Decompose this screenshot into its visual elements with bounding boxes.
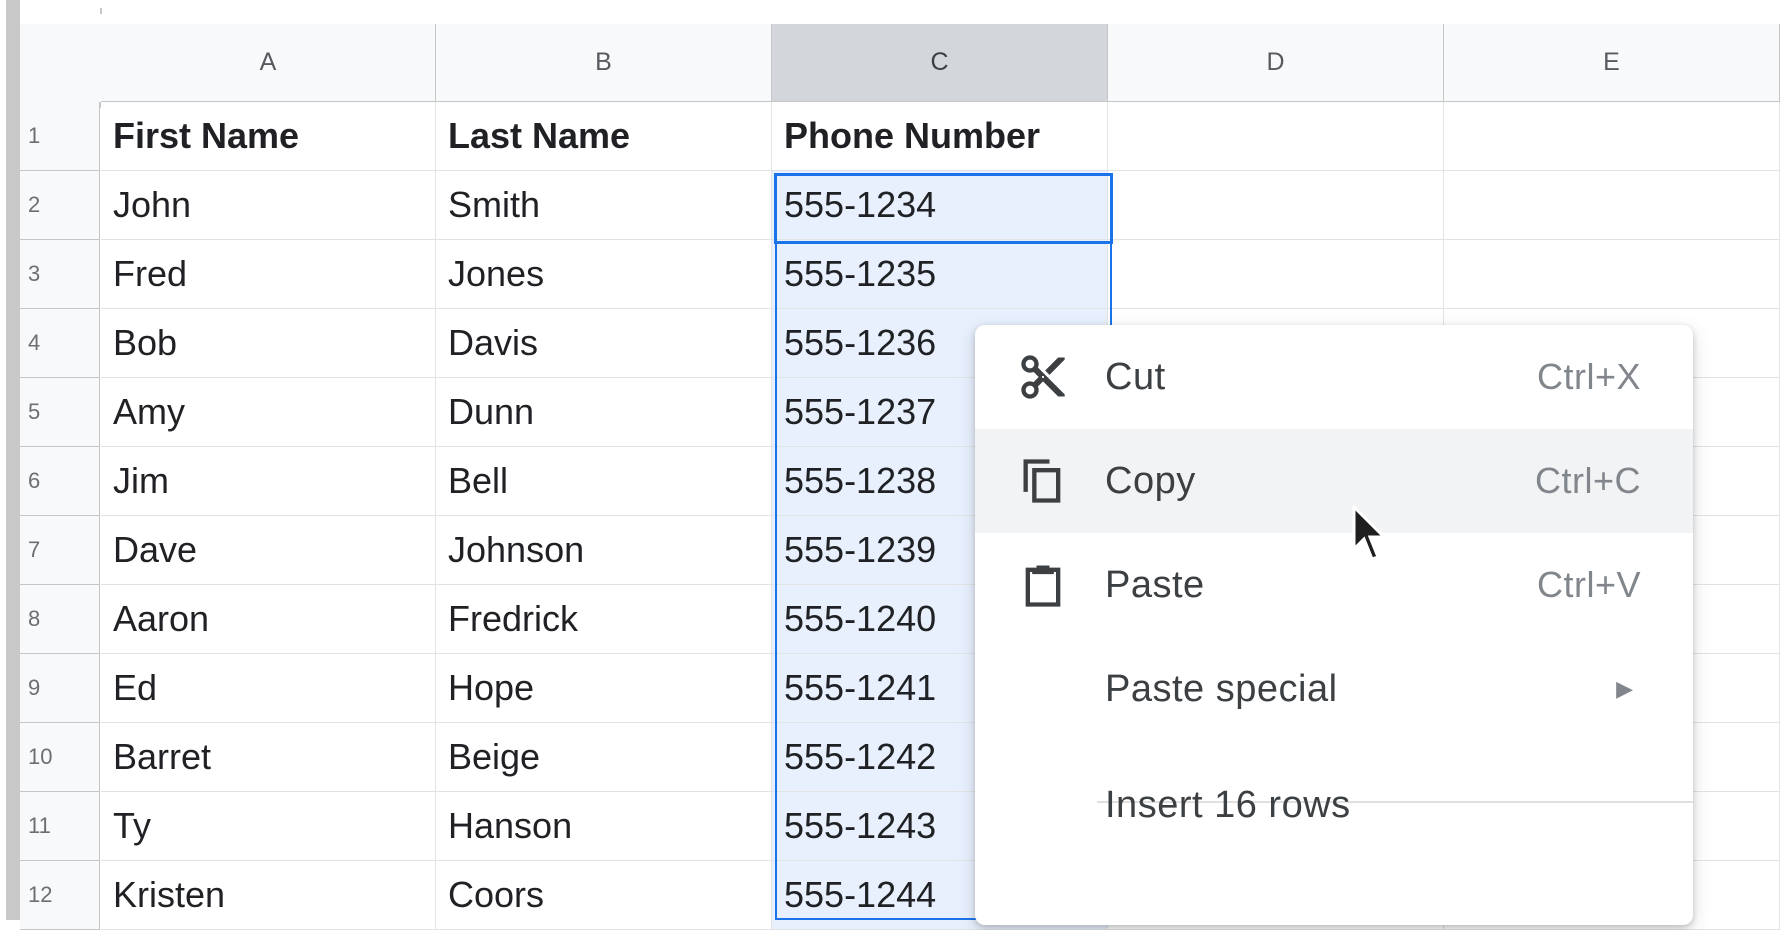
row-header-7[interactable]: 7 xyxy=(20,516,100,585)
column-header-a[interactable]: A xyxy=(101,24,436,102)
cell-d1[interactable] xyxy=(1108,102,1444,171)
cell-a3[interactable]: Fred xyxy=(101,240,436,309)
row-header-8[interactable]: 8 xyxy=(20,585,100,654)
cell-d2[interactable] xyxy=(1108,171,1444,240)
column-header-b[interactable]: B xyxy=(436,24,772,102)
cell-b2[interactable]: Smith xyxy=(436,171,772,240)
row-header-5[interactable]: 5 xyxy=(20,378,100,447)
menu-label-paste-special: Paste special xyxy=(1105,667,1338,710)
context-menu: Cut Ctrl+X Copy Ctrl+C Paste Ctrl+V Past… xyxy=(975,325,1693,925)
row-header-4[interactable]: 4 xyxy=(20,309,100,378)
cell-b4[interactable]: Davis xyxy=(436,309,772,378)
cell-a9[interactable]: Ed xyxy=(101,654,436,723)
cell-b3[interactable]: Jones xyxy=(436,240,772,309)
menu-item-cut[interactable]: Cut Ctrl+X xyxy=(975,325,1693,429)
scissors-icon xyxy=(1017,351,1069,403)
menu-item-copy[interactable]: Copy Ctrl+C xyxy=(975,429,1693,533)
cell-b8[interactable]: Fredrick xyxy=(436,585,772,654)
row-header-6[interactable]: 6 xyxy=(20,447,100,516)
select-all-corner[interactable] xyxy=(20,24,107,108)
submenu-arrow-icon: ▶ xyxy=(1616,676,1633,701)
cell-a6[interactable]: Jim xyxy=(101,447,436,516)
cell-a8[interactable]: Aaron xyxy=(101,585,436,654)
mouse-pointer-icon xyxy=(1352,505,1388,561)
menu-label-paste: Paste xyxy=(1105,563,1205,606)
cell-c3[interactable]: 555-1235 xyxy=(772,240,1108,309)
shortcut-cut: Ctrl+X xyxy=(1536,356,1641,397)
cell-b11[interactable]: Hanson xyxy=(436,792,772,861)
menu-item-paste-special[interactable]: Paste special ▶ xyxy=(975,637,1693,741)
row-header-11[interactable]: 11 xyxy=(20,792,100,861)
menu-label-cut: Cut xyxy=(1105,355,1166,398)
clipboard-icon xyxy=(1017,559,1069,611)
column-header-e[interactable]: E xyxy=(1444,24,1780,102)
cell-e1[interactable] xyxy=(1444,102,1780,171)
cell-b6[interactable]: Bell xyxy=(436,447,772,516)
row-header-9[interactable]: 9 xyxy=(20,654,100,723)
row-header-2[interactable]: 2 xyxy=(20,171,100,240)
menu-item-paste[interactable]: Paste Ctrl+V xyxy=(975,533,1693,637)
cell-b9[interactable]: Hope xyxy=(436,654,772,723)
column-header-d[interactable]: D xyxy=(1108,24,1444,102)
menu-label-insert-rows: Insert 16 rows xyxy=(1105,783,1351,826)
cell-a10[interactable]: Barret xyxy=(101,723,436,792)
cell-b7[interactable]: Johnson xyxy=(436,516,772,585)
cell-c2[interactable]: 555-1234 xyxy=(772,171,1108,240)
shortcut-paste: Ctrl+V xyxy=(1536,564,1641,605)
cell-b1[interactable]: Last Name xyxy=(436,102,772,171)
cell-a11[interactable]: Ty xyxy=(101,792,436,861)
cell-a1[interactable]: First Name xyxy=(101,102,436,171)
column-header-c[interactable]: C xyxy=(772,24,1108,102)
shortcut-copy: Ctrl+C xyxy=(1534,460,1641,501)
cell-a4[interactable]: Bob xyxy=(101,309,436,378)
row-header-10[interactable]: 10 xyxy=(20,723,100,792)
toolbar-gap xyxy=(20,0,1792,24)
menu-item-insert-rows[interactable]: Insert 16 rows xyxy=(975,753,1693,857)
cell-e2[interactable] xyxy=(1444,171,1780,240)
column-resize-tick xyxy=(100,8,102,14)
cell-c1[interactable]: Phone Number xyxy=(772,102,1108,171)
cell-b5[interactable]: Dunn xyxy=(436,378,772,447)
menu-label-copy: Copy xyxy=(1105,459,1196,502)
copy-icon xyxy=(1017,455,1069,507)
cell-b10[interactable]: Beige xyxy=(436,723,772,792)
cell-d3[interactable] xyxy=(1108,240,1444,309)
row-header-3[interactable]: 3 xyxy=(20,240,100,309)
cell-a2[interactable]: John xyxy=(101,171,436,240)
cell-a5[interactable]: Amy xyxy=(101,378,436,447)
cell-a7[interactable]: Dave xyxy=(101,516,436,585)
cell-e3[interactable] xyxy=(1444,240,1780,309)
row-header-1[interactable]: 1 xyxy=(20,102,100,171)
left-scroll-edge xyxy=(6,0,20,920)
